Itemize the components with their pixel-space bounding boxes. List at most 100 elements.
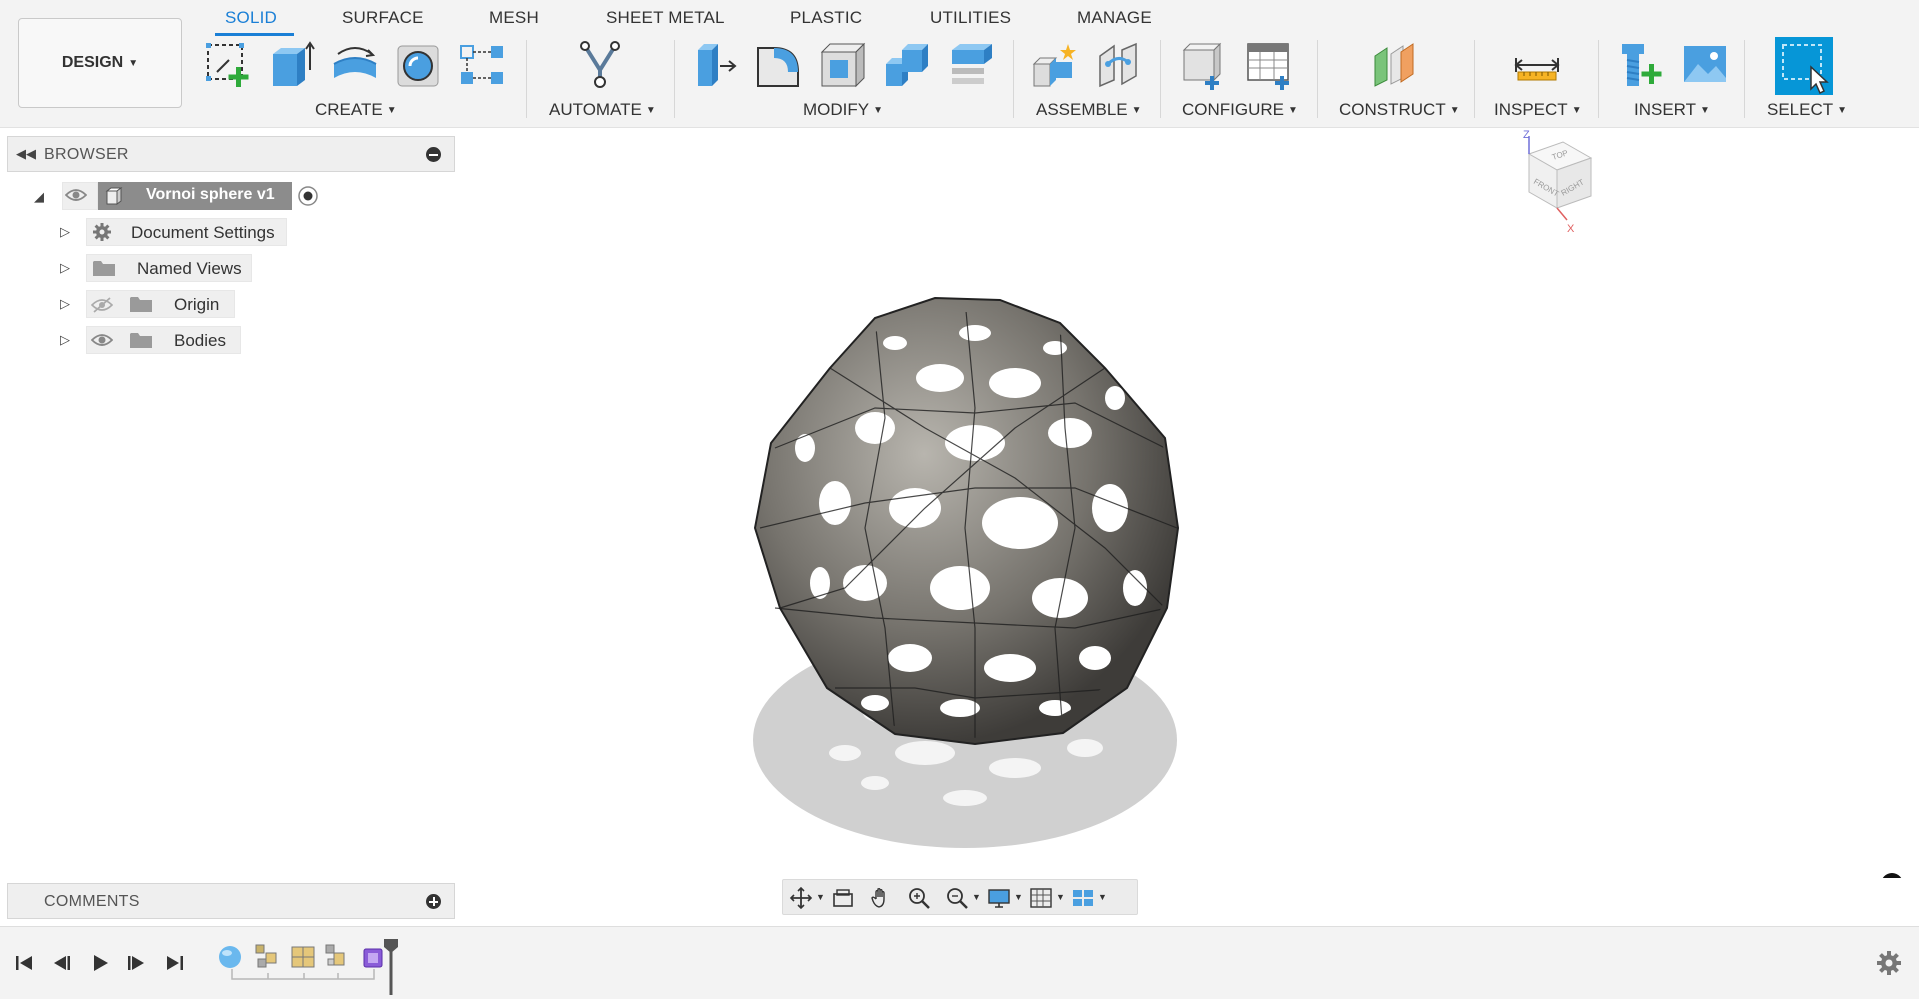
expand-bodies-icon[interactable]: ▷	[60, 332, 70, 348]
create-menu[interactable]: CREATE ▼	[315, 100, 397, 120]
navigation-bar: ▼ ▼ ▼ ▼ ▼	[782, 879, 1138, 915]
activate-radio-icon[interactable]	[297, 185, 319, 207]
viewports-dropdown-icon[interactable]: ▼	[1098, 892, 1107, 902]
caret-down-icon: ▼	[386, 105, 397, 116]
timeline-feature-convert-icon[interactable]	[325, 944, 345, 966]
look-at-icon[interactable]	[831, 886, 855, 910]
add-comment-icon[interactable]	[426, 894, 441, 909]
assemble-menu[interactable]: ASSEMBLE ▼	[1036, 100, 1142, 120]
create-sketch-icon[interactable]	[203, 40, 253, 90]
revolve-icon[interactable]	[330, 40, 380, 90]
new-component-icon[interactable]	[1030, 40, 1080, 90]
eye-icon[interactable]	[91, 333, 113, 347]
go-to-start-icon[interactable]	[12, 951, 36, 975]
orbit-icon[interactable]	[789, 886, 813, 910]
modify-menu[interactable]: MODIFY ▼	[803, 100, 883, 120]
expand-root-icon[interactable]: ◢	[34, 189, 44, 205]
folder-icon	[93, 261, 115, 276]
step-back-icon[interactable]	[50, 951, 74, 975]
orbit-dropdown-icon[interactable]: ▼	[816, 892, 825, 902]
pattern-icon[interactable]	[457, 40, 507, 90]
app-status-icon[interactable]	[1881, 873, 1903, 878]
browser-title: BROWSER	[44, 146, 129, 163]
separator	[1744, 40, 1745, 118]
fit-icon[interactable]	[945, 886, 969, 910]
tab-utilities[interactable]: UTILITIES	[930, 8, 1011, 28]
automate-icon[interactable]	[575, 40, 625, 90]
viewports-icon[interactable]	[1071, 886, 1095, 910]
browser-header[interactable]: ◀◀ BROWSER	[7, 136, 455, 172]
display-dropdown-icon[interactable]: ▼	[1014, 892, 1023, 902]
play-icon[interactable]	[88, 951, 112, 975]
workspace-switcher[interactable]: DESIGN ▼	[18, 18, 182, 108]
minimize-icon[interactable]	[426, 147, 441, 162]
timeline	[0, 926, 1919, 999]
extrude-icon[interactable]	[267, 40, 317, 90]
eye-hidden-icon[interactable]	[91, 297, 113, 313]
tab-bar: SOLID SURFACE MESH SHEET METAL PLASTIC U…	[0, 0, 1919, 36]
construct-menu[interactable]: CONSTRUCT ▼	[1339, 100, 1460, 120]
insert-menu[interactable]: INSERT ▼	[1634, 100, 1710, 120]
pan-hand-icon[interactable]	[869, 886, 893, 910]
offset-plane-icon[interactable]	[1369, 40, 1419, 90]
axis-z-label: Z	[1523, 129, 1530, 141]
timeline-feature-body-icon[interactable]	[363, 948, 383, 968]
eye-icon[interactable]	[65, 188, 87, 202]
grid-icon[interactable]	[1029, 886, 1053, 910]
offset-face-icon[interactable]	[946, 40, 996, 90]
go-to-end-icon[interactable]	[163, 951, 187, 975]
caret-down-icon: ▼	[645, 105, 656, 116]
viewport-canvas[interactable]: TOP FRONT RIGHT Z X	[455, 128, 1919, 878]
zoom-icon[interactable]	[907, 886, 931, 910]
shell-icon[interactable]	[818, 40, 868, 90]
press-pull-icon[interactable]	[690, 40, 740, 90]
comments-title: COMMENTS	[44, 893, 140, 910]
fillet-icon[interactable]	[754, 40, 804, 90]
configure-icon[interactable]	[1180, 40, 1230, 90]
automate-menu[interactable]: AUTOMATE ▼	[549, 100, 656, 120]
caret-down-icon: ▼	[873, 105, 884, 116]
step-forward-icon[interactable]	[124, 951, 148, 975]
tab-manage[interactable]: MANAGE	[1077, 8, 1152, 28]
select-menu[interactable]: SELECT ▼	[1767, 100, 1847, 120]
joint-icon[interactable]	[1094, 40, 1144, 90]
root-node-label: Vornoi sphere v1	[146, 186, 275, 203]
view-cube[interactable]: TOP FRONT RIGHT Z X	[1523, 129, 1593, 235]
tab-plastic[interactable]: PLASTIC	[790, 8, 862, 28]
insert-canvas-icon[interactable]	[1680, 40, 1730, 90]
caret-down-icon: ▼	[1131, 105, 1142, 116]
display-settings-icon[interactable]	[987, 886, 1011, 910]
timeline-feature-pattern-icon[interactable]	[255, 944, 277, 968]
caret-down-icon: ▼	[1288, 105, 1298, 116]
select-tool-icon[interactable]	[1775, 37, 1833, 95]
inspect-menu[interactable]: INSPECT ▼	[1494, 100, 1582, 120]
toolbar: SOLID SURFACE MESH SHEET METAL PLASTIC U…	[0, 0, 1919, 128]
separator	[1474, 40, 1475, 118]
hole-icon[interactable]	[394, 40, 444, 90]
expand-origin-icon[interactable]: ▷	[60, 296, 70, 312]
timeline-settings-gear-icon[interactable]	[1876, 950, 1902, 976]
tab-solid[interactable]: SOLID	[225, 8, 277, 28]
tree-node-label: Document Settings	[131, 223, 275, 242]
tab-mesh[interactable]: MESH	[489, 8, 539, 28]
separator	[1317, 40, 1318, 118]
combine-icon[interactable]	[882, 40, 932, 90]
comments-panel[interactable]: COMMENTS	[7, 883, 455, 919]
timeline-feature-voronoi-icon[interactable]	[291, 946, 315, 968]
timeline-marker-handle[interactable]	[382, 939, 400, 995]
timeline-feature-sphere-icon[interactable]	[219, 946, 241, 968]
caret-down-icon: ▼	[1837, 105, 1848, 116]
folder-icon	[130, 333, 152, 348]
configuration-table-icon[interactable]	[1244, 40, 1294, 90]
expand-named-views-icon[interactable]: ▷	[60, 260, 70, 276]
collapse-panel-icon[interactable]: ◀◀	[16, 146, 36, 162]
expand-document-settings-icon[interactable]: ▷	[60, 224, 70, 240]
tab-surface[interactable]: SURFACE	[342, 8, 424, 28]
configure-menu[interactable]: CONFIGURE ▼	[1182, 100, 1298, 120]
zoom-dropdown-icon[interactable]: ▼	[972, 892, 981, 902]
tab-sheet-metal[interactable]: SHEET METAL	[606, 8, 725, 28]
measure-icon[interactable]	[1512, 40, 1562, 90]
timeline-features	[219, 944, 383, 980]
insert-mcmaster-icon[interactable]	[1616, 40, 1666, 90]
grid-dropdown-icon[interactable]: ▼	[1056, 892, 1065, 902]
